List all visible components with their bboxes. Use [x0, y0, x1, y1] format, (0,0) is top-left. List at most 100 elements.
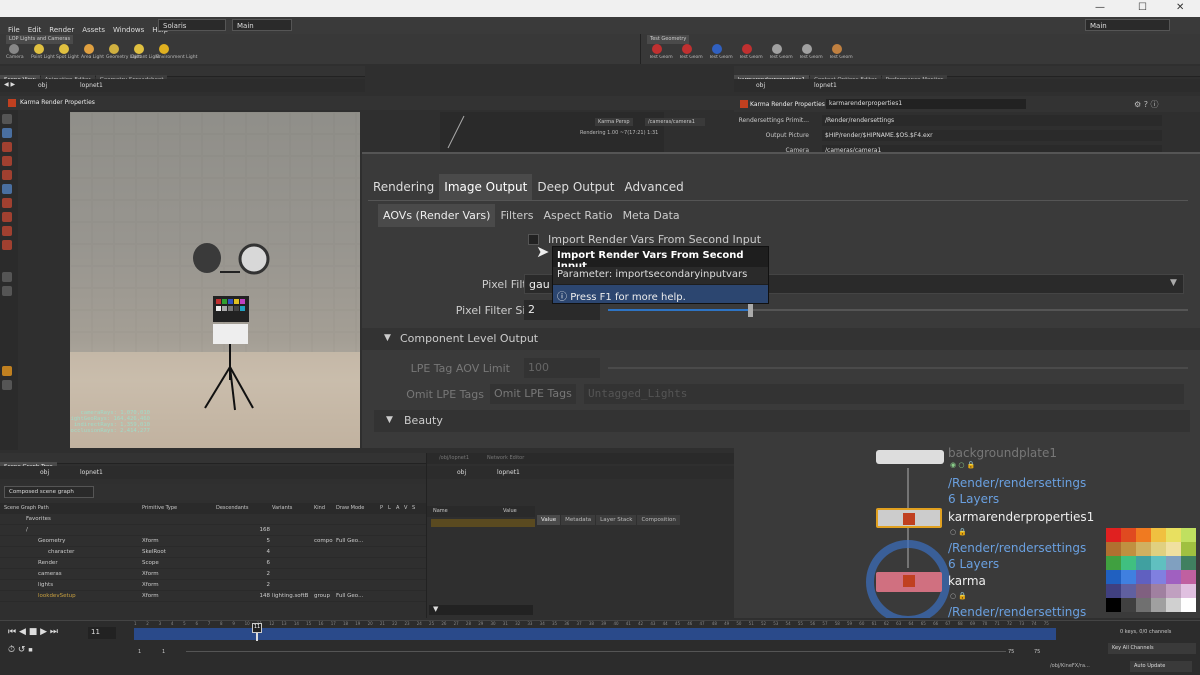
range-bar[interactable]: [186, 651, 1006, 652]
color-swatch[interactable]: [1136, 528, 1151, 542]
color-swatch[interactable]: [1121, 528, 1136, 542]
color-swatch[interactable]: [1166, 542, 1181, 556]
color-swatch[interactable]: [1166, 584, 1181, 598]
color-swatch[interactable]: [1181, 570, 1196, 584]
lpe-slider[interactable]: [608, 367, 1188, 369]
path-lopnet[interactable]: lopnet1: [80, 82, 103, 89]
render-tool-icon[interactable]: [2, 366, 12, 376]
component-section[interactable]: ▼ Component Level Output: [362, 328, 1200, 350]
table-row[interactable]: lights Xform 2: [0, 580, 426, 591]
tab-image-output[interactable]: Image Output: [439, 174, 533, 200]
snapshot-tool-icon[interactable]: [2, 380, 12, 390]
prop-value[interactable]: /Render/rendersettings: [822, 115, 1162, 126]
attr-selected-row[interactable]: [431, 519, 535, 527]
end-frame[interactable]: 75: [1008, 649, 1014, 655]
prop-value[interactable]: $HIP/render/$HIPNAME.$OS.$F4.exr: [822, 130, 1162, 141]
sg-header-0[interactable]: Scene Graph Path: [4, 505, 49, 511]
color-swatch[interactable]: [1181, 598, 1196, 612]
shelf-tool-4[interactable]: Geometry Light: [106, 44, 141, 60]
test-geo-tool-0[interactable]: Test Geometry: ...: [649, 44, 673, 60]
sg-path-obj[interactable]: obj: [40, 469, 49, 476]
transform-tool-icon[interactable]: [2, 198, 12, 208]
color-swatch[interactable]: [1151, 584, 1166, 598]
desktop-dropdown[interactable]: Solaris: [158, 19, 226, 31]
sg-path-lopnet[interactable]: lopnet1: [80, 469, 103, 476]
table-row[interactable]: character SkelRoot 4: [0, 547, 426, 558]
color-swatch[interactable]: [1166, 556, 1181, 570]
camera-tool-icon[interactable]: [2, 170, 12, 180]
attr-tab-3[interactable]: Composition: [637, 515, 680, 525]
color-swatch[interactable]: [1181, 584, 1196, 598]
table-row[interactable]: Render Scope 6: [0, 558, 426, 569]
color-swatch[interactable]: [1106, 528, 1121, 542]
color-swatch[interactable]: [1136, 570, 1151, 584]
color-swatch[interactable]: [1106, 556, 1121, 570]
desk-tab-dropdown[interactable]: Main: [232, 19, 292, 31]
key-all-dropdown[interactable]: Key All Channels: [1108, 643, 1196, 654]
node-karma[interactable]: [876, 572, 942, 592]
sg-header-9[interactable]: V: [404, 505, 407, 511]
start-frame-2[interactable]: 1: [162, 649, 165, 655]
maximize-button[interactable]: ☐: [1138, 2, 1147, 13]
color-swatch[interactable]: [1151, 528, 1166, 542]
shelf-tool-5[interactable]: Distant Light: [131, 44, 160, 60]
node-name-field[interactable]: karmarenderproperties1: [826, 99, 1026, 109]
start-frame[interactable]: 1: [138, 649, 141, 655]
subtab-2[interactable]: Aspect Ratio: [538, 204, 617, 227]
param-scrollbar[interactable]: [1184, 234, 1194, 434]
shelf-tab-lights[interactable]: LOP Lights and Cameras: [6, 35, 74, 44]
shelf-tool-0[interactable]: Camera: [6, 44, 24, 60]
sg-header-6[interactable]: P: [380, 505, 383, 511]
filter-dropdown-icon[interactable]: ▼: [1170, 278, 1177, 288]
color-swatch[interactable]: [1151, 542, 1166, 556]
color-swatch[interactable]: [1106, 598, 1121, 612]
table-row[interactable]: lookdevSetup Xform 148 lighting.softB group F…: [0, 591, 426, 602]
sg-header-2[interactable]: Descendants: [216, 505, 249, 511]
test-geo-tool-2[interactable]: Test Geometry: ...: [709, 44, 733, 60]
omit-lpe-button[interactable]: Omit LPE Tags: [490, 384, 576, 404]
omit-lpe-field[interactable]: Untagged_Lights: [584, 384, 1184, 404]
color-swatch[interactable]: [1181, 528, 1196, 542]
back-arrow-icon[interactable]: ◀ ▶: [4, 81, 15, 88]
camera-dropdown[interactable]: Karma Persp: [595, 118, 633, 126]
attr-tab-1[interactable]: Metadata: [561, 515, 596, 525]
tab-rendering[interactable]: Rendering: [368, 174, 439, 200]
shelf-tool-3[interactable]: Area Light: [81, 44, 104, 60]
network-editor[interactable]: backgroundplate1 ◉ ○ 🔒 /Render/renderset…: [734, 446, 1200, 619]
tab-deep-output[interactable]: Deep Output: [532, 174, 619, 200]
test-geo-tool-3[interactable]: Test Geometry: S...: [739, 44, 763, 60]
playback-controls[interactable]: ⏮ ◀ ■ ▶ ⏭: [8, 627, 58, 637]
color-swatch[interactable]: [1166, 598, 1181, 612]
light-tool-icon[interactable]: [2, 156, 12, 166]
color-swatch[interactable]: [1121, 598, 1136, 612]
view-tool-icon[interactable]: [2, 128, 12, 138]
sg-header-1[interactable]: Primitive Type: [142, 505, 177, 511]
subtab-3[interactable]: Meta Data: [618, 204, 685, 227]
frame-field[interactable]: 11: [88, 627, 116, 639]
scene-graph-dropdown[interactable]: Composed scene graph: [4, 486, 94, 498]
color-swatch[interactable]: [1181, 542, 1196, 556]
sg-header-10[interactable]: S: [412, 505, 415, 511]
shelf-tab-test-geometry[interactable]: Test Geometry: [647, 35, 690, 44]
color-swatch[interactable]: [1151, 556, 1166, 570]
sg-draw[interactable]: Full Geo...: [336, 593, 363, 599]
rotate-tool-icon[interactable]: [2, 212, 12, 222]
test-geo-tool-6[interactable]: Test Geometry: T...: [829, 44, 853, 60]
minimize-button[interactable]: —: [1095, 2, 1105, 13]
color-swatch[interactable]: [1136, 584, 1151, 598]
scale-tool-icon[interactable]: [2, 226, 12, 236]
color-swatch[interactable]: [1121, 570, 1136, 584]
attr-tab-0[interactable]: Value: [537, 515, 561, 525]
end-frame-2[interactable]: 75: [1034, 649, 1040, 655]
test-geo-tool-1[interactable]: Test Geometry: ...: [679, 44, 703, 60]
select-tool-icon[interactable]: [2, 114, 12, 124]
viewport[interactable]: cameraRays: 1,070,010 lightGeoRays: 164,4…: [70, 112, 360, 448]
tab-advanced[interactable]: Advanced: [620, 174, 689, 200]
playhead-marker[interactable]: 11: [252, 623, 262, 633]
table-row[interactable]: / 168: [0, 525, 426, 536]
shelf-tool-6[interactable]: Environment Light: [156, 44, 197, 60]
timeline-track[interactable]: [134, 628, 1056, 640]
color-swatch[interactable]: [1121, 556, 1136, 570]
path-obj[interactable]: obj: [38, 82, 47, 89]
sg-header-8[interactable]: A: [396, 505, 399, 511]
